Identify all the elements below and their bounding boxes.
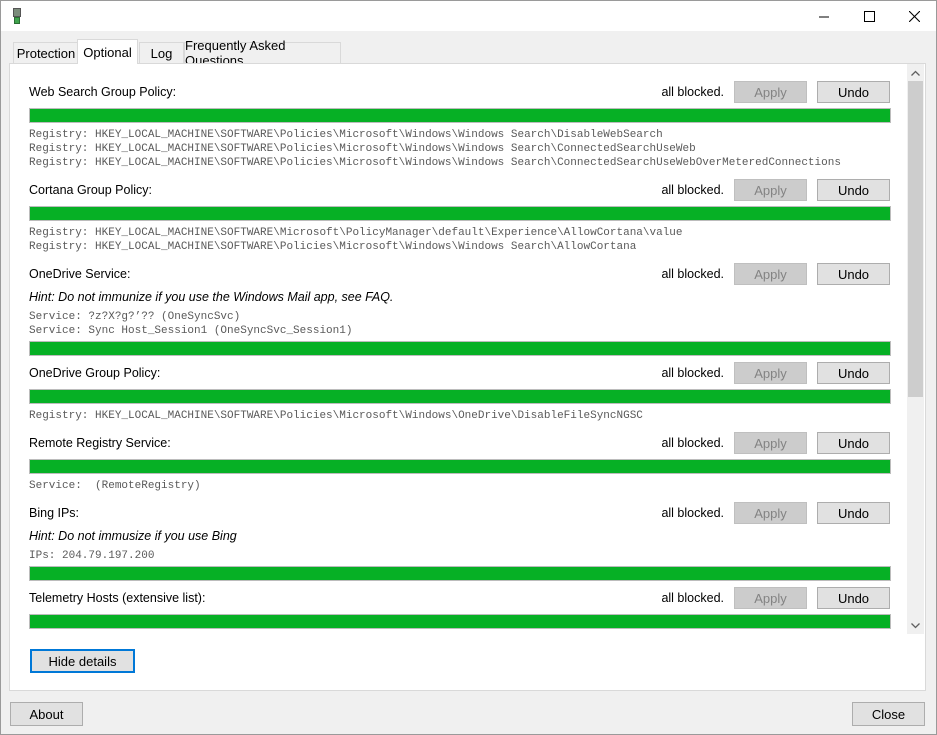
apply-button[interactable]: Apply xyxy=(734,81,807,103)
undo-button[interactable]: Undo xyxy=(817,81,890,103)
detail-line: IPs: 204.79.197.200 xyxy=(29,550,155,562)
vertical-scrollbar[interactable] xyxy=(907,64,924,634)
hide-details-button[interactable]: Hide details xyxy=(30,649,135,673)
chevron-up-icon xyxy=(911,70,920,76)
undo-button[interactable]: Undo xyxy=(817,587,890,609)
tab-log[interactable]: Log xyxy=(139,42,184,63)
undo-button[interactable]: Undo xyxy=(817,502,890,524)
section-title: Remote Registry Service: xyxy=(29,436,171,450)
detail-line: Registry: HKEY_LOCAL_MACHINE\SOFTWARE\Po… xyxy=(29,241,637,253)
scroll-up-button[interactable] xyxy=(907,64,924,81)
detail-line: Service: Sync Host_Session1 (OneSyncSvc_… xyxy=(29,325,353,337)
undo-button[interactable]: Undo xyxy=(817,362,890,384)
undo-button[interactable]: Undo xyxy=(817,263,890,285)
apply-button[interactable]: Apply xyxy=(734,432,807,454)
detail-line: Registry: HKEY_LOCAL_MACHINE\SOFTWARE\Po… xyxy=(29,129,663,141)
detail-line: Registry: HKEY_LOCAL_MACHINE\SOFTWARE\Po… xyxy=(29,157,841,169)
undo-button[interactable]: Undo xyxy=(817,432,890,454)
detail-line: Registry: HKEY_LOCAL_MACHINE\SOFTWARE\Mi… xyxy=(29,227,683,239)
section-title: Web Search Group Policy: xyxy=(29,85,177,99)
apply-button[interactable]: Apply xyxy=(734,362,807,384)
tab-protection[interactable]: Protection xyxy=(13,42,79,63)
section-title: OneDrive Service: xyxy=(29,267,131,281)
minimize-button[interactable] xyxy=(801,1,847,32)
tab-faq[interactable]: Frequently Asked Questions xyxy=(184,38,341,68)
maximize-icon xyxy=(863,11,875,22)
undo-button[interactable]: Undo xyxy=(817,179,890,201)
detail-line: Registry: HKEY_LOCAL_MACHINE\SOFTWARE\Po… xyxy=(29,410,643,422)
status-text: all blocked. xyxy=(661,267,724,281)
apply-button[interactable]: Apply xyxy=(734,587,807,609)
status-text: all blocked. xyxy=(661,506,724,520)
progress-bar xyxy=(29,566,891,581)
progress-bar xyxy=(29,206,891,221)
close-window-button[interactable] xyxy=(891,1,937,32)
tab-optional[interactable]: Optional xyxy=(77,39,138,64)
status-text: all blocked. xyxy=(661,591,724,605)
section-title: Telemetry Hosts (extensive list): xyxy=(29,591,206,605)
maximize-button[interactable] xyxy=(846,1,892,32)
progress-bar xyxy=(29,108,891,123)
progress-bar xyxy=(29,389,891,404)
detail-line: Service: ?z?X?g?’?? (OneSyncSvc) xyxy=(29,311,241,323)
minimize-icon xyxy=(819,16,829,17)
progress-bar xyxy=(29,459,891,474)
progress-bar xyxy=(29,341,891,356)
title-bar xyxy=(0,0,937,31)
scroll-thumb[interactable] xyxy=(908,81,923,397)
close-icon xyxy=(908,11,920,22)
detail-line: Registry: HKEY_LOCAL_MACHINE\SOFTWARE\Po… xyxy=(29,143,696,155)
status-text: all blocked. xyxy=(661,436,724,450)
apply-button[interactable]: Apply xyxy=(734,502,807,524)
hint-text: Hint: Do not immunize if you use the Win… xyxy=(29,290,394,304)
settings-list[interactable]: Web Search Group Policy: all blocked. Ap… xyxy=(10,64,907,634)
status-text: all blocked. xyxy=(661,85,724,99)
section-title: OneDrive Group Policy: xyxy=(29,366,161,380)
scroll-down-button[interactable] xyxy=(907,617,924,634)
detail-line: Service: (RemoteRegistry) xyxy=(29,480,201,492)
apply-button[interactable]: Apply xyxy=(734,179,807,201)
close-button[interactable]: Close xyxy=(852,702,925,726)
chevron-down-icon xyxy=(911,622,920,628)
progress-bar xyxy=(29,614,891,629)
app-icon[interactable] xyxy=(13,8,21,24)
status-text: all blocked. xyxy=(661,366,724,380)
section-title: Cortana Group Policy: xyxy=(29,183,152,197)
hint-text: Hint: Do not immusize if you use Bing xyxy=(29,529,237,543)
section-title: Bing IPs: xyxy=(29,506,80,520)
status-text: all blocked. xyxy=(661,183,724,197)
about-button[interactable]: About xyxy=(10,702,83,726)
apply-button[interactable]: Apply xyxy=(734,263,807,285)
